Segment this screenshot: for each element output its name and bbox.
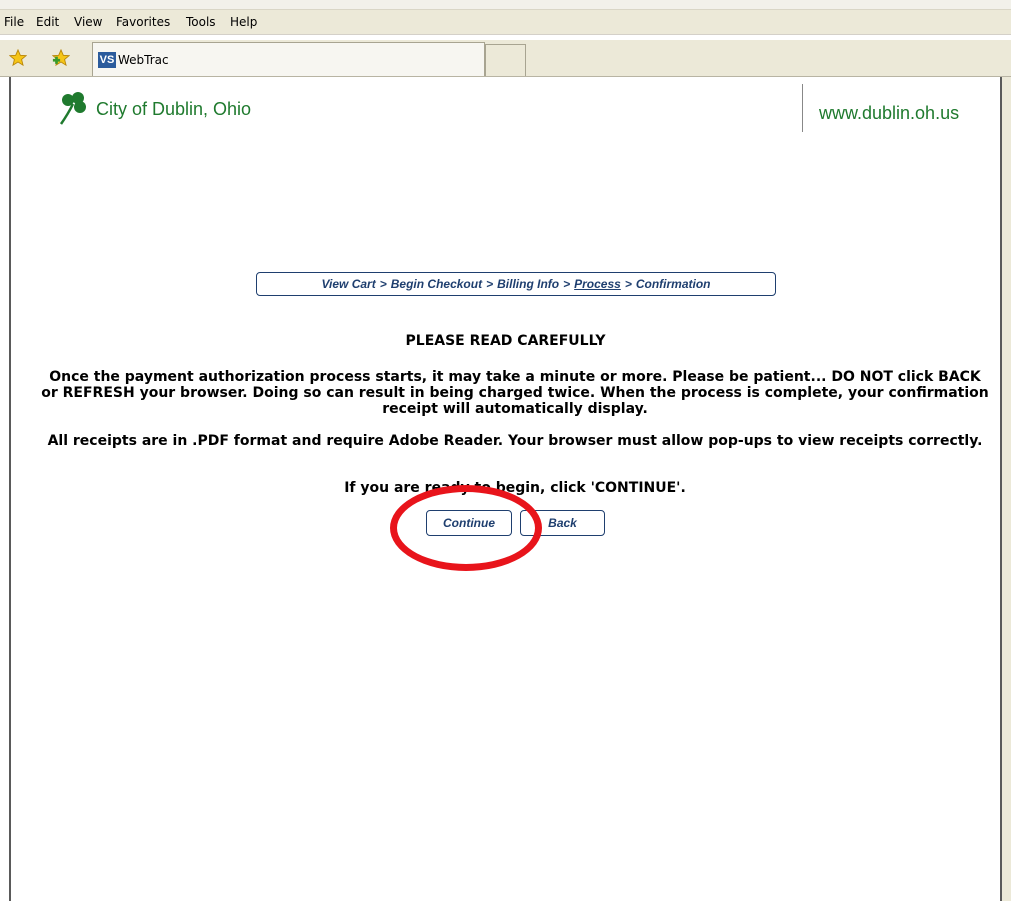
breadcrumb-separator: > xyxy=(563,277,571,291)
menu-file[interactable]: File xyxy=(4,15,24,29)
site-header-brand[interactable]: City of Dublin, Ohio xyxy=(58,92,251,126)
continue-button[interactable]: Continue xyxy=(426,510,512,536)
window-frame-left xyxy=(9,77,11,901)
breadcrumb-begin-checkout[interactable]: Begin Checkout xyxy=(391,277,482,291)
breadcrumb-separator: > xyxy=(624,277,632,291)
menu-view[interactable]: View xyxy=(74,15,102,29)
favorites-star-icon[interactable] xyxy=(9,49,27,67)
back-button[interactable]: Back xyxy=(520,510,605,536)
menu-bar: File Edit View Favorites Tools Help xyxy=(0,0,1011,35)
checkout-breadcrumb: View Cart > Begin Checkout > Billing Inf… xyxy=(256,272,776,296)
header-divider xyxy=(802,84,803,132)
notice-paragraph-authorization: Once the payment authorization process s… xyxy=(41,369,989,417)
breadcrumb-separator: > xyxy=(379,277,387,291)
notice-paragraph-receipts: All receipts are in .PDF format and requ… xyxy=(47,433,983,449)
breadcrumb-process: Process xyxy=(574,277,621,291)
breadcrumb-confirmation: Confirmation xyxy=(635,277,711,291)
breadcrumb-separator: > xyxy=(486,277,494,291)
window-frame-right xyxy=(1000,77,1011,901)
notice-heading: PLEASE READ CAREFULLY xyxy=(405,333,606,349)
browser-tab-webtrac[interactable]: VS WebTrac xyxy=(92,42,485,76)
shamrock-icon xyxy=(59,92,86,125)
site-name: City of Dublin, Ohio xyxy=(96,98,252,119)
title-strip xyxy=(0,0,1011,10)
menu-favorites[interactable]: Favorites xyxy=(116,15,170,29)
site-url-link[interactable]: www.dublin.oh.us xyxy=(819,103,959,124)
breadcrumb-billing-info[interactable]: Billing Info xyxy=(497,277,559,291)
notice-paragraph-continue: If you are ready to begin, click 'CONTIN… xyxy=(344,480,686,496)
add-favorite-icon[interactable] xyxy=(52,49,70,67)
breadcrumb-view-cart[interactable]: View Cart xyxy=(321,277,375,291)
menu-edit[interactable]: Edit xyxy=(36,15,59,29)
webtrac-logo-icon: VS xyxy=(98,52,116,68)
new-tab-button[interactable] xyxy=(485,44,526,76)
menu-tools[interactable]: Tools xyxy=(186,15,216,29)
tab-title: WebTrac xyxy=(118,53,169,67)
menu-help[interactable]: Help xyxy=(230,15,257,29)
